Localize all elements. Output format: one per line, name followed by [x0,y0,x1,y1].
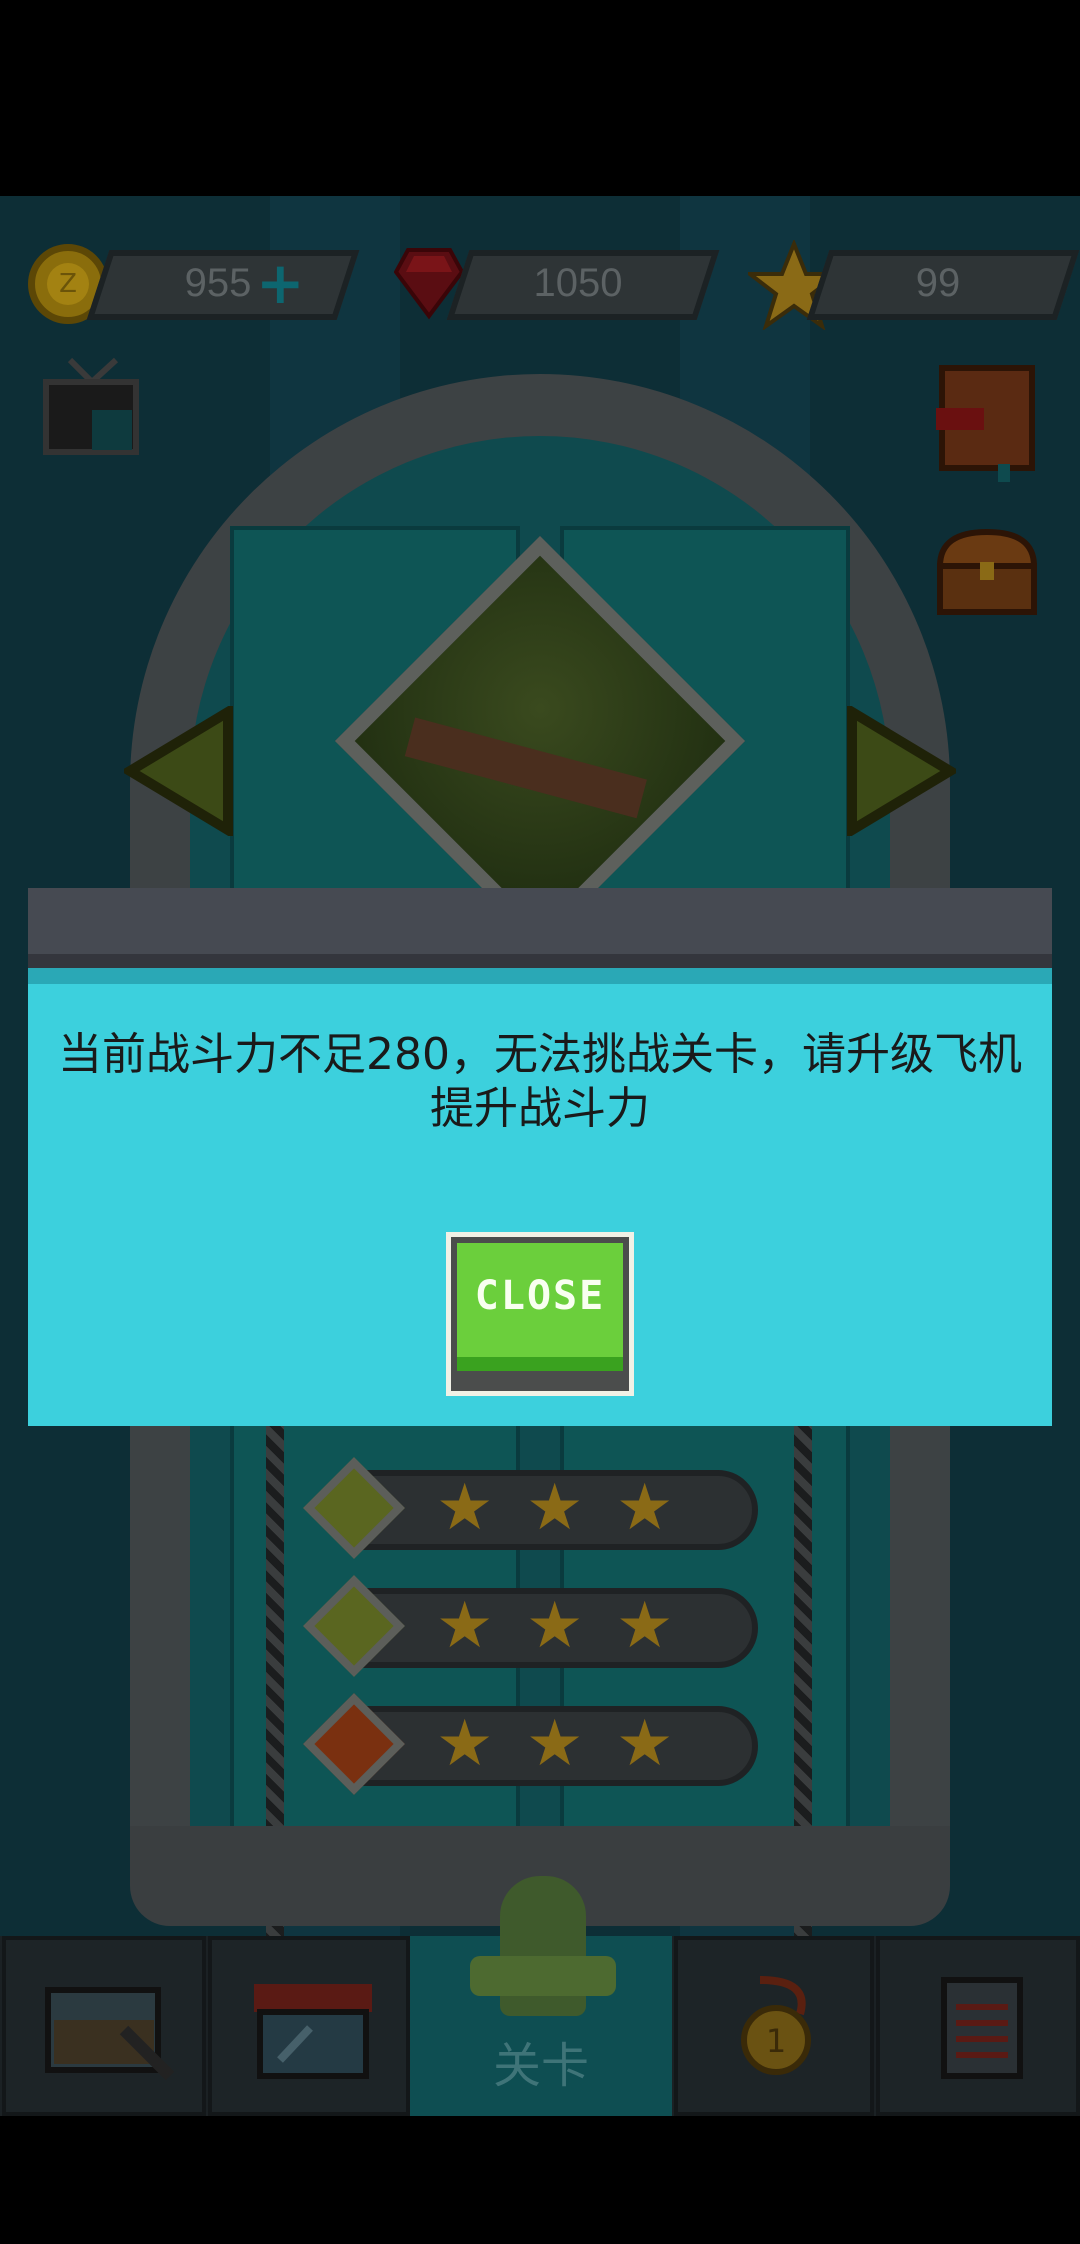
alert-dialog: 当前战斗力不足280，无法挑战关卡，请升级飞机提升战斗力 CLOSE [28,888,1052,1426]
list-icon [941,1977,1023,2079]
nav-hangar[interactable] [2,1936,206,2116]
star-value: 99 [915,261,961,305]
coin-counter[interactable]: Z 955 + [28,240,360,324]
shop-icon [254,1984,372,2079]
level-row[interactable]: ★ ★ ★ [303,1693,762,1795]
nav-shop[interactable] [208,1936,410,2116]
level-row[interactable]: ★ ★ ★ [303,1575,762,1677]
close-button[interactable]: CLOSE [446,1232,634,1396]
star-icon: ★ [526,1471,584,1545]
star-icon: ★ [436,1471,494,1545]
star-icon: ★ [526,1589,584,1663]
svg-text:1: 1 [766,2022,786,2060]
close-button-label: CLOSE [474,1273,606,1319]
plane-wing [470,1956,616,1996]
level-row[interactable]: ★ ★ ★ [303,1457,762,1559]
star-icon: ★ [526,1707,584,1781]
arrow-left-icon[interactable] [124,706,234,836]
nav-list[interactable] [876,1936,1080,2116]
dialog-header [28,888,1052,954]
dialog-header-band [28,968,1052,984]
star-icon: ★ [616,1707,674,1781]
medal-icon: 1 [741,1976,811,2075]
nav-medal[interactable]: 1 [674,1936,874,2116]
hangar-icon [45,1987,175,2080]
gem-counter[interactable]: 1050 [388,240,720,324]
dialog-header-border [28,954,1052,968]
arrow-right-icon[interactable] [846,706,956,836]
star-icon: ★ [436,1589,494,1663]
dialog-message: 当前战斗力不足280，无法挑战关卡，请升级飞机提升战斗力 [58,1029,1022,1134]
chest-icon[interactable] [934,526,1040,616]
star-icon: ★ [616,1471,674,1545]
star-counter: 99 [748,240,1080,330]
tv-icon[interactable] [40,352,144,460]
book-icon[interactable] [936,364,1038,482]
plus-icon[interactable]: + [256,254,305,312]
star-icon: ★ [616,1589,674,1663]
gem-value: 1050 [533,261,623,305]
nav-levels-label: 关卡 [492,2038,589,2094]
star-icon: ★ [436,1707,494,1781]
